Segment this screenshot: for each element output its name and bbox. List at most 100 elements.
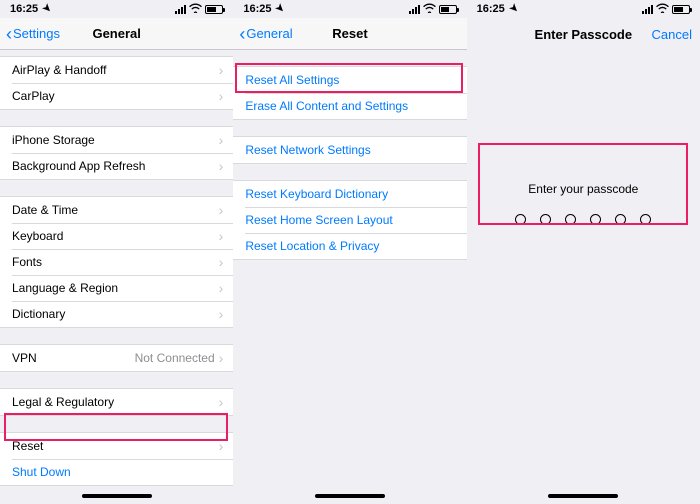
passcode-dot — [590, 214, 601, 225]
settings-row[interactable]: Language & Region› — [0, 275, 233, 301]
passcode-dots[interactable] — [491, 214, 676, 225]
chevron-right-icon: › — [219, 351, 224, 365]
row-label: Reset Keyboard Dictionary — [245, 187, 456, 201]
back-button[interactable]: ‹ General — [239, 25, 292, 43]
location-icon: ➤ — [273, 2, 286, 15]
general-list: AirPlay & Handoff›CarPlay›iPhone Storage… — [0, 50, 233, 504]
passcode-panel: Enter your passcode — [481, 160, 686, 253]
row-label: Keyboard — [12, 229, 219, 243]
settings-row[interactable]: Reset Home Screen Layout — [233, 207, 466, 233]
settings-row[interactable]: Legal & Regulatory› — [0, 389, 233, 415]
row-label: Background App Refresh — [12, 159, 219, 173]
settings-row[interactable]: Background App Refresh› — [0, 153, 233, 179]
cell-signal-icon — [642, 5, 653, 14]
passcode-dot — [615, 214, 626, 225]
passcode-dot — [565, 214, 576, 225]
settings-row[interactable]: Shut Down — [0, 459, 233, 485]
settings-row[interactable]: Fonts› — [0, 249, 233, 275]
chevron-right-icon: › — [219, 89, 224, 103]
row-label: iPhone Storage — [12, 133, 219, 147]
chevron-right-icon: › — [219, 229, 224, 243]
row-detail: Not Connected — [135, 351, 215, 365]
wifi-icon — [423, 3, 436, 16]
home-indicator[interactable] — [315, 494, 385, 498]
settings-row[interactable]: Reset Network Settings — [233, 137, 466, 163]
settings-row[interactable]: Reset All Settings — [233, 67, 466, 93]
cell-signal-icon — [175, 5, 186, 14]
settings-group: Date & Time›Keyboard›Fonts›Language & Re… — [0, 196, 233, 328]
settings-group: Reset Keyboard Dictionary Reset Home Scre… — [233, 180, 466, 260]
settings-group: iPhone Storage›Background App Refresh› — [0, 126, 233, 180]
settings-row[interactable]: Date & Time› — [0, 197, 233, 223]
home-indicator[interactable] — [82, 494, 152, 498]
passcode-dot — [640, 214, 651, 225]
settings-row[interactable]: Reset› — [0, 433, 233, 459]
location-icon: ➤ — [506, 2, 519, 15]
row-label: Shut Down — [12, 465, 223, 479]
nav-bar: ‹ Settings General — [0, 18, 233, 50]
cancel-button[interactable]: Cancel — [652, 27, 692, 42]
passcode-dot — [515, 214, 526, 225]
wifi-icon — [189, 3, 202, 16]
battery-icon — [672, 5, 690, 14]
nav-title: General — [92, 26, 140, 41]
settings-row[interactable]: Reset Location & Privacy — [233, 233, 466, 259]
cell-signal-icon — [409, 5, 420, 14]
back-button[interactable]: ‹ Settings — [6, 25, 60, 43]
settings-group: Reset› Shut Down — [0, 432, 233, 486]
nav-title: Reset — [332, 26, 367, 41]
passcode-dot — [540, 214, 551, 225]
wifi-icon — [656, 3, 669, 16]
settings-row[interactable]: AirPlay & Handoff› — [0, 57, 233, 83]
settings-row[interactable]: Dictionary› — [0, 301, 233, 327]
status-time: 16:25 — [243, 3, 271, 15]
nav-bar: Enter Passcode Cancel — [467, 18, 700, 50]
row-label: Legal & Regulatory — [12, 395, 219, 409]
settings-row[interactable]: Reset Keyboard Dictionary — [233, 181, 466, 207]
settings-row[interactable]: Keyboard› — [0, 223, 233, 249]
nav-title: Enter Passcode — [535, 27, 633, 42]
nav-bar: ‹ General Reset — [233, 18, 466, 50]
screen-general: 16:25 ➤ ‹ Settings General AirPlay & Han… — [0, 0, 233, 504]
reset-list: Reset All SettingsErase All Content and … — [233, 50, 466, 504]
row-label: Language & Region — [12, 281, 219, 295]
settings-group: Reset Network Settings — [233, 136, 466, 164]
row-label: CarPlay — [12, 89, 219, 103]
chevron-right-icon: › — [219, 395, 224, 409]
row-label: Reset Network Settings — [245, 143, 456, 157]
chevron-right-icon: › — [219, 203, 224, 217]
status-time: 16:25 — [477, 3, 505, 15]
chevron-right-icon: › — [219, 63, 224, 77]
settings-row[interactable]: CarPlay› — [0, 83, 233, 109]
settings-row[interactable]: iPhone Storage› — [0, 127, 233, 153]
row-label: Reset Home Screen Layout — [245, 213, 456, 227]
back-label: Settings — [13, 26, 60, 41]
chevron-right-icon: › — [219, 133, 224, 147]
row-label: Reset — [12, 439, 219, 453]
settings-row[interactable]: Erase All Content and Settings — [233, 93, 466, 119]
settings-group: Reset All SettingsErase All Content and … — [233, 66, 466, 120]
chevron-right-icon: › — [219, 281, 224, 295]
chevron-right-icon: › — [219, 307, 224, 321]
home-indicator[interactable] — [548, 494, 618, 498]
passcode-content: Enter your passcode — [467, 50, 700, 504]
chevron-right-icon: › — [219, 439, 224, 453]
settings-group: AirPlay & Handoff›CarPlay› — [0, 56, 233, 110]
settings-group: Legal & Regulatory› — [0, 388, 233, 416]
chevron-right-icon: › — [219, 159, 224, 173]
screen-passcode: 16:25 ➤ Enter Passcode Cancel Enter your… — [467, 0, 700, 504]
passcode-prompt: Enter your passcode — [491, 182, 676, 196]
chevron-right-icon: › — [219, 255, 224, 269]
row-label: VPN — [12, 351, 135, 365]
status-bar: 16:25 ➤ — [233, 0, 466, 18]
settings-group: VPNNot Connected › — [0, 344, 233, 372]
row-label: Date & Time — [12, 203, 219, 217]
settings-row[interactable]: VPNNot Connected › — [0, 345, 233, 371]
status-time: 16:25 — [10, 3, 38, 15]
battery-icon — [205, 5, 223, 14]
status-bar: 16:25 ➤ — [467, 0, 700, 18]
location-icon: ➤ — [40, 2, 53, 15]
row-label: Reset Location & Privacy — [245, 239, 456, 253]
back-label: General — [246, 26, 292, 41]
chevron-left-icon: ‹ — [6, 25, 12, 43]
